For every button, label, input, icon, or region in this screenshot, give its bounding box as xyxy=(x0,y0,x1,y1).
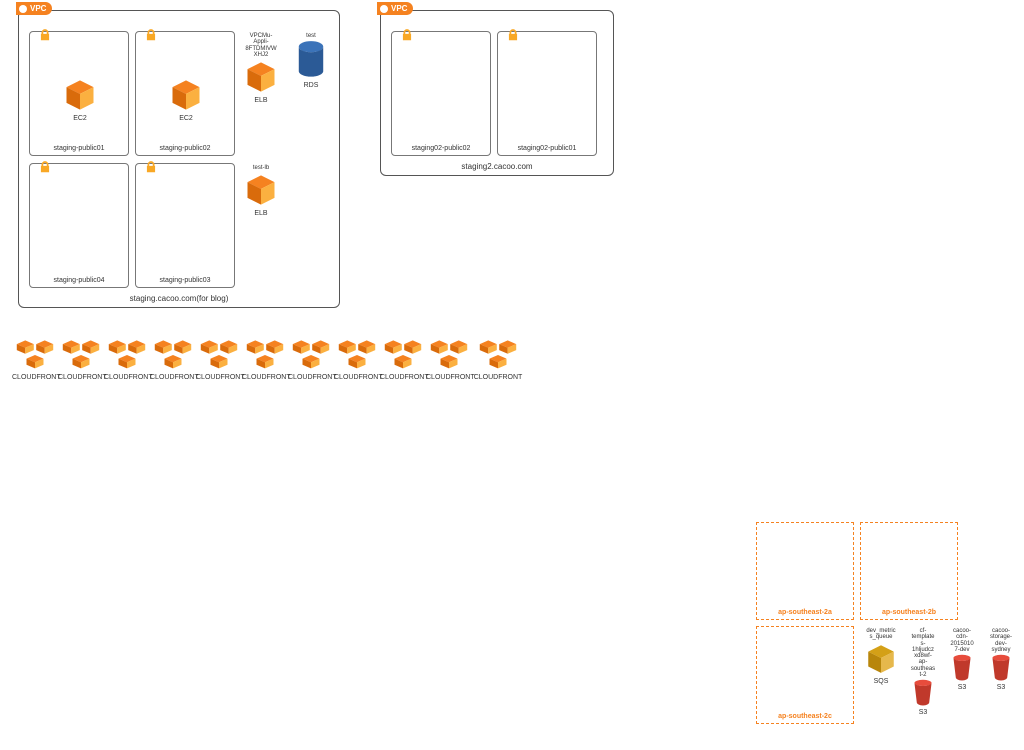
cloudfront-icon: CLOUDFRONT xyxy=(150,338,196,381)
s3-3-toplabel: cacoo- storage- dev- sydney xyxy=(983,628,1019,653)
s3-3-label: S3 xyxy=(983,684,1019,691)
az-box-a: ap-southeast-2a xyxy=(756,522,854,620)
subnet-label: staging-public04 xyxy=(30,277,128,284)
elb-icon-2: test-lb ELB xyxy=(239,165,283,217)
lock-icon xyxy=(506,28,520,42)
rds-label: RDS xyxy=(289,82,333,89)
cloudfront-icon: CLOUDFRONT xyxy=(380,338,426,381)
cloudfront-label: CLOUDFRONT xyxy=(472,374,524,381)
s3-2-label: S3 xyxy=(944,684,980,691)
subnet-staging02-public02: staging02-public02 xyxy=(391,31,491,156)
vpc-badge: VPC xyxy=(16,2,52,15)
subnet-label: staging-public02 xyxy=(136,145,234,152)
ec2-icon: EC2 xyxy=(58,77,102,122)
cloudfront-icon: CLOUDFRONT xyxy=(426,338,472,381)
az-box-c: ap-southeast-2c xyxy=(756,626,854,724)
vpc2-label: staging2.cacoo.com xyxy=(381,162,613,171)
ec2-icon: EC2 xyxy=(164,77,208,122)
cloudfront-icon: CLOUDFRONT xyxy=(334,338,380,381)
cloudfront-label: CLOUDFRONT xyxy=(288,374,334,381)
s3-1-toplabel: cf- template s- 1hljudcz xd8wf- ap- sout… xyxy=(905,628,941,678)
rds-icon: test RDS xyxy=(289,33,333,89)
az-label-a: ap-southeast-2a xyxy=(757,609,853,616)
s3-1-label: S3 xyxy=(905,709,941,716)
subnet-staging-public03: staging-public03 xyxy=(135,163,235,288)
cloudfront-icon: CLOUDFRONT xyxy=(104,338,150,381)
sqs-label: SQS xyxy=(860,678,902,685)
cloudfront-icon: CLOUDFRONT xyxy=(242,338,288,381)
cloudfront-icon: CLOUDFRONT xyxy=(472,338,524,381)
sqs-toplabel: dev_metric s_queue xyxy=(860,628,902,641)
elb-label: ELB xyxy=(239,210,283,217)
subnet-staging-public04: staging-public04 xyxy=(29,163,129,288)
cloudfront-row: CLOUDFRONTCLOUDFRONTCLOUDFRONTCLOUDFRONT… xyxy=(12,338,524,381)
subnet-staging02-public01: staging02-public01 xyxy=(497,31,597,156)
vpc-box-1: staging.cacoo.com(for blog) EC2 staging-… xyxy=(18,10,340,308)
vpc-box-2: staging2.cacoo.com staging02-public02 st… xyxy=(380,10,614,176)
vpc-badge-2: VPC xyxy=(377,2,413,15)
elb2-toplabel: test-lb xyxy=(239,165,283,171)
subnet-staging-public01: EC2 staging-public01 xyxy=(29,31,129,156)
lock-icon xyxy=(38,28,52,42)
cloudfront-label: CLOUDFRONT xyxy=(426,374,472,381)
cloudfront-label: CLOUDFRONT xyxy=(58,374,104,381)
subnet-label: staging-public03 xyxy=(136,277,234,284)
cloudfront-icon: CLOUDFRONT xyxy=(12,338,58,381)
rds-toplabel: test xyxy=(289,33,333,39)
s3-icon-1: cf- template s- 1hljudcz xd8wf- ap- sout… xyxy=(905,628,941,716)
cloudfront-label: CLOUDFRONT xyxy=(380,374,426,381)
cloudfront-label: CLOUDFRONT xyxy=(12,374,58,381)
cloudfront-label: CLOUDFRONT xyxy=(104,374,150,381)
ec2-label: EC2 xyxy=(58,115,102,122)
lock-icon xyxy=(38,160,52,174)
subnet-label: staging02-public01 xyxy=(498,145,596,152)
elb-label: ELB xyxy=(239,97,283,104)
cloudfront-label: CLOUDFRONT xyxy=(242,374,288,381)
az-box-b: ap-southeast-2b xyxy=(860,522,958,620)
subnet-label: staging-public01 xyxy=(30,145,128,152)
s3-icon-2: cacoo- cdn- 2015010 7-dev S3 xyxy=(944,628,980,691)
vpc1-label: staging.cacoo.com(for blog) xyxy=(19,294,339,303)
ec2-label: EC2 xyxy=(164,115,208,122)
elb-toplabel: VPCMu- Appli- 8FTDMIVW XHJ2 xyxy=(239,33,283,58)
cloudfront-icon: CLOUDFRONT xyxy=(58,338,104,381)
subnet-label: staging02-public02 xyxy=(392,145,490,152)
cloudfront-label: CLOUDFRONT xyxy=(334,374,380,381)
sqs-icon: dev_metric s_queue SQS xyxy=(860,628,902,685)
az-label-c: ap-southeast-2c xyxy=(757,713,853,720)
lock-icon xyxy=(144,28,158,42)
subnet-staging-public02: EC2 staging-public02 xyxy=(135,31,235,156)
cloudfront-label: CLOUDFRONT xyxy=(196,374,242,381)
cloudfront-icon: CLOUDFRONT xyxy=(288,338,334,381)
cloudfront-icon: CLOUDFRONT xyxy=(196,338,242,381)
lock-icon xyxy=(400,28,414,42)
az-label-b: ap-southeast-2b xyxy=(861,609,957,616)
lock-icon xyxy=(144,160,158,174)
elb-icon: VPCMu- Appli- 8FTDMIVW XHJ2 ELB xyxy=(239,33,283,104)
s3-icon-3: cacoo- storage- dev- sydney S3 xyxy=(983,628,1019,691)
cloudfront-label: CLOUDFRONT xyxy=(150,374,196,381)
s3-2-toplabel: cacoo- cdn- 2015010 7-dev xyxy=(944,628,980,653)
